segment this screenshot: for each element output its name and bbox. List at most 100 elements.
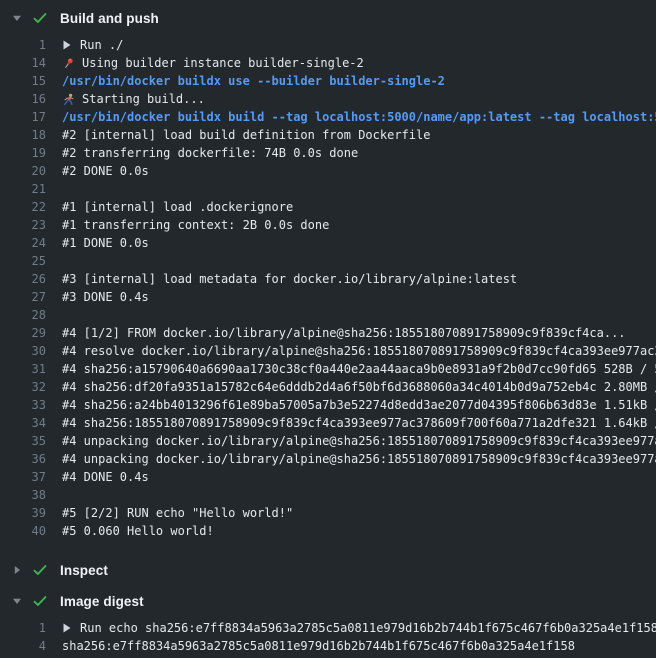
log-line-text: #2 transferring dockerfile: 74B 0.0s don… — [62, 144, 358, 162]
chevron-down-icon — [12, 13, 22, 23]
log-line: 38 — [0, 486, 656, 504]
log-line-number[interactable]: 32 — [0, 378, 62, 396]
chevron-right-icon — [12, 565, 22, 575]
group-status — [32, 10, 60, 26]
log-line-text: #1 [internal] load .dockerignore — [62, 198, 293, 216]
log-line-text: Run echo sha256:e7ff8834a5963a2785c5a081… — [62, 619, 656, 637]
log-line-text: #4 resolve docker.io/library/alpine@sha2… — [62, 342, 656, 360]
log-line: 27 #3 DONE 0.4s — [0, 288, 656, 306]
log-line: 32 #4 sha256:df20fa9351a15782c64e6dddb2d… — [0, 378, 656, 396]
log-line-number[interactable]: 40 — [0, 522, 62, 540]
log-line-number[interactable]: 35 — [0, 432, 62, 450]
log-groups-container: Build and push 1 Run ./ 14 Using builder… — [0, 5, 656, 658]
log-line-number[interactable]: 38 — [0, 486, 62, 504]
log-line-number[interactable]: 23 — [0, 216, 62, 234]
log-line: 1 Run ./ — [0, 36, 656, 54]
log-line: 28 — [0, 306, 656, 324]
log-line: 14 Using builder instance builder-single… — [0, 54, 656, 72]
log-line: 34 #4 sha256:185518070891758909c9f839cf4… — [0, 414, 656, 432]
log-line-number[interactable]: 39 — [0, 504, 62, 522]
log-line-number[interactable]: 33 — [0, 396, 62, 414]
log-group-title: Inspect — [60, 563, 108, 578]
log-line-text: #4 sha256:df20fa9351a15782c64e6dddb2d4a6… — [62, 378, 656, 396]
log-group-header[interactable]: Build and push — [0, 5, 656, 31]
log-line-text: #3 [internal] load metadata for docker.i… — [62, 270, 517, 288]
log-line: 22 #1 [internal] load .dockerignore — [0, 198, 656, 216]
log-line-text: #4 [1/2] FROM docker.io/library/alpine@s… — [62, 324, 626, 342]
log-lines-block: 1 Run echo sha256:e7ff8834a5963a2785c5a0… — [0, 614, 656, 658]
log-line: 39 #5 [2/2] RUN echo "Hello world!" — [0, 504, 656, 522]
check-icon — [32, 562, 48, 578]
log-line-number[interactable]: 25 — [0, 252, 62, 270]
group-caret — [10, 13, 32, 23]
log-line-text: #2 [internal] load build definition from… — [62, 126, 430, 144]
log-line-number[interactable]: 28 — [0, 306, 62, 324]
log-group-header[interactable]: Image digest — [0, 588, 656, 614]
log-line-text: #1 transferring context: 2B 0.0s done — [62, 216, 329, 234]
log-line-number[interactable]: 21 — [0, 180, 62, 198]
log-line-number[interactable]: 20 — [0, 162, 62, 180]
log-line-number[interactable]: 22 — [0, 198, 62, 216]
log-line: 17 /usr/bin/docker buildx build --tag lo… — [0, 108, 656, 126]
log-line-number[interactable]: 16 — [0, 90, 62, 108]
log-line: 4 sha256:e7ff8834a5963a2785c5a0811e979d1… — [0, 637, 656, 655]
log-line: 26 #3 [internal] load metadata for docke… — [0, 270, 656, 288]
log-line: 21 — [0, 180, 656, 198]
log-line-number[interactable]: 14 — [0, 54, 62, 72]
log-line-text: /usr/bin/docker buildx build --tag local… — [62, 108, 656, 126]
log-line-text: #4 sha256:a15790640a6690aa1730c38cf0a440… — [62, 360, 656, 378]
log-line: 1 Run echo sha256:e7ff8834a5963a2785c5a0… — [0, 619, 656, 637]
log-line: 18 #2 [internal] load build definition f… — [0, 126, 656, 144]
log-line: 35 #4 unpacking docker.io/library/alpine… — [0, 432, 656, 450]
log-line-number[interactable]: 19 — [0, 144, 62, 162]
log-line: 25 — [0, 252, 656, 270]
log-line-text: #5 [2/2] RUN echo "Hello world!" — [62, 504, 293, 522]
log-group-title: Build and push — [60, 11, 159, 26]
log-group: Build and push 1 Run ./ 14 Using builder… — [0, 5, 656, 552]
log-line-text: #4 sha256:a24bb4013296f61e89ba57005a7b3e… — [62, 396, 656, 414]
log-line-text: Using builder instance builder-single-2 — [62, 54, 364, 72]
log-line-number[interactable]: 18 — [0, 126, 62, 144]
log-line-text: #4 unpacking docker.io/library/alpine@sh… — [62, 432, 656, 450]
chevron-down-icon — [12, 596, 22, 606]
log-line-number[interactable]: 29 — [0, 324, 62, 342]
log-line: 23 #1 transferring context: 2B 0.0s done — [0, 216, 656, 234]
log-line: 20 #2 DONE 0.0s — [0, 162, 656, 180]
log-group: Inspect — [0, 557, 656, 583]
log-line-number[interactable]: 37 — [0, 468, 62, 486]
log-line-number[interactable]: 26 — [0, 270, 62, 288]
group-status — [32, 562, 60, 578]
play-icon[interactable] — [63, 40, 71, 50]
group-status — [32, 593, 60, 609]
log-line-number[interactable]: 1 — [0, 619, 62, 637]
log-line-text: Starting build... — [62, 90, 205, 108]
log-line-text: #2 DONE 0.0s — [62, 162, 149, 180]
log-line-number[interactable]: 31 — [0, 360, 62, 378]
check-icon — [32, 10, 48, 26]
log-line-text: #4 sha256:185518070891758909c9f839cf4ca3… — [62, 414, 656, 432]
log-line: 30 #4 resolve docker.io/library/alpine@s… — [0, 342, 656, 360]
log-line-number[interactable]: 17 — [0, 108, 62, 126]
pushpin-icon — [62, 57, 75, 70]
log-line: 24 #1 DONE 0.0s — [0, 234, 656, 252]
log-line-number[interactable]: 15 — [0, 72, 62, 90]
log-line-text: Run ./ — [62, 36, 123, 54]
log-line-number[interactable]: 24 — [0, 234, 62, 252]
log-line-number[interactable]: 27 — [0, 288, 62, 306]
log-line-number[interactable]: 34 — [0, 414, 62, 432]
actions-log-viewer: Build and push 1 Run ./ 14 Using builder… — [0, 0, 656, 658]
log-line-number[interactable]: 30 — [0, 342, 62, 360]
log-line-number[interactable]: 4 — [0, 637, 62, 655]
log-group-title: Image digest — [60, 594, 144, 609]
log-line: 37 #4 DONE 0.4s — [0, 468, 656, 486]
log-line: 19 #2 transferring dockerfile: 74B 0.0s … — [0, 144, 656, 162]
play-icon[interactable] — [63, 623, 71, 633]
log-line-text: #5 0.060 Hello world! — [62, 522, 214, 540]
log-line-text: /usr/bin/docker buildx use --builder bui… — [62, 72, 445, 90]
log-line: 31 #4 sha256:a15790640a6690aa1730c38cf0a… — [0, 360, 656, 378]
log-group-header[interactable]: Inspect — [0, 557, 656, 583]
log-line: 36 #4 unpacking docker.io/library/alpine… — [0, 450, 656, 468]
log-line-number[interactable]: 36 — [0, 450, 62, 468]
log-line: 29 #4 [1/2] FROM docker.io/library/alpin… — [0, 324, 656, 342]
log-line-number[interactable]: 1 — [0, 36, 62, 54]
